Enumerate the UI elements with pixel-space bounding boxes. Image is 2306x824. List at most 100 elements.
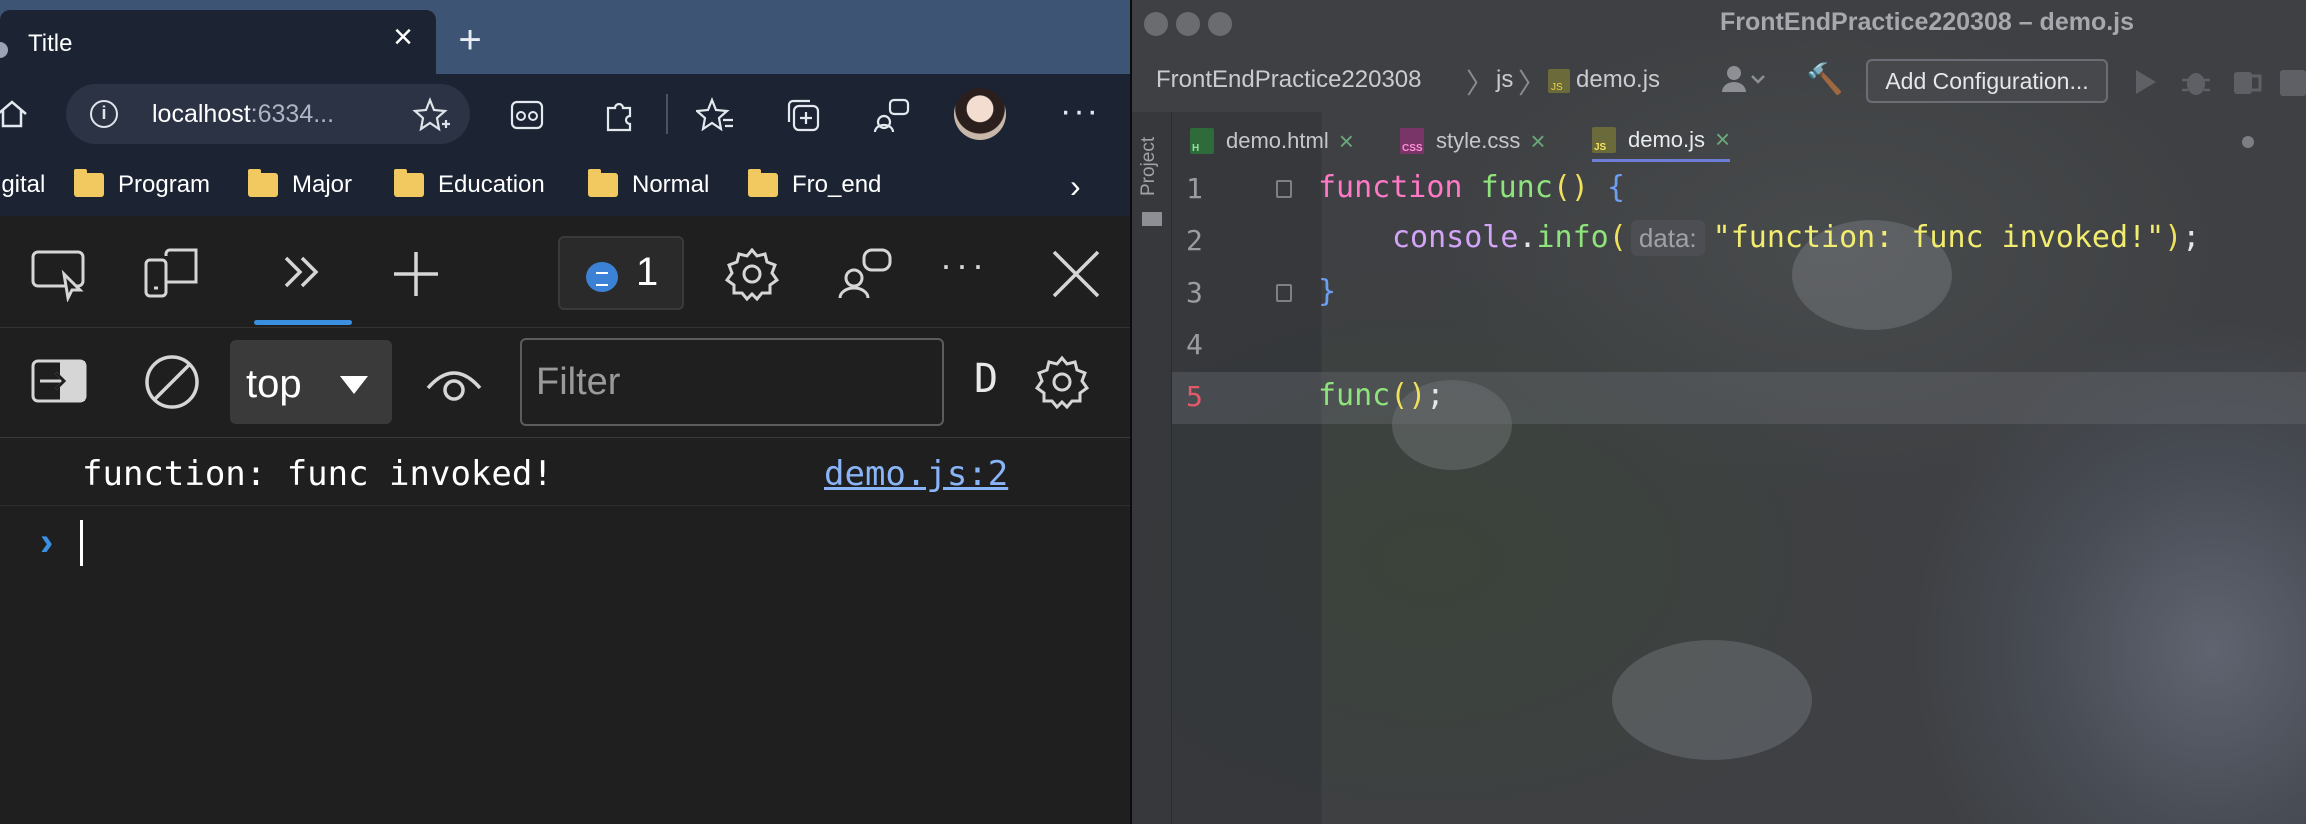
ide-navigation-bar: FrontEndPractice220308 〉 js 〉 demo.js 🔨 … [1132,46,2306,112]
line-number: 1 [1186,172,1203,205]
line-number-current: 5 [1186,380,1203,413]
project-tool-window-label[interactable]: Project [1138,137,1160,196]
more-options-icon[interactable]: ··· [940,244,988,286]
folder-icon [588,169,618,197]
console-settings-gear-icon[interactable] [1032,352,1092,412]
tab-title: Title [28,30,73,57]
add-favorite-icon[interactable] [412,96,452,136]
context-selector[interactable]: top [230,340,392,424]
message-icon [586,262,618,292]
toolbar-separator [666,94,668,134]
bookmark-item[interactable]: igital [0,168,45,202]
new-tab-button[interactable]: + [452,20,488,60]
breadcrumb-file[interactable]: demo.js [1548,66,1660,94]
bookmark-folder-program[interactable]: Program [74,168,210,202]
editor-tabs: H demo.html × CSS style.css × JS demo.js × [1172,112,2306,162]
line-number: 2 [1186,224,1203,257]
settings-gear-icon[interactable] [722,246,782,302]
close-devtools-icon[interactable] [1046,246,1106,302]
bookmark-folder-normal[interactable]: Normal [588,168,709,202]
bookmarks-overflow-chevron-icon[interactable]: › [1070,168,1081,205]
tab-favicon-icon [0,42,8,58]
debug-bug-icon[interactable] [2180,66,2212,98]
add-configuration-button[interactable]: Add Configuration... [1866,59,2108,103]
more-tabs-chevron-icon[interactable] [274,246,334,302]
close-tab-icon[interactable]: × [1715,124,1730,155]
favorites-icon[interactable] [696,96,734,134]
tool-window-sidebar: Project [1132,112,1172,824]
address-bar[interactable]: i localhost:6334... [66,84,470,144]
code-line-5: func(); [1318,378,1445,413]
js-file-icon: JS [1592,126,1616,153]
profile-avatar[interactable] [954,88,1006,140]
clear-console-icon[interactable] [142,352,202,412]
browser-tab[interactable]: Title × [0,10,436,74]
editor-tab-demo-js[interactable]: JS demo.js × [1592,120,1731,162]
more-options-button[interactable]: ··· [1060,92,1100,131]
editor-tab-style-css[interactable]: CSS style.css × [1400,120,1546,162]
tab-close-button[interactable]: × [388,20,418,54]
console-prompt-chevron-icon: › [40,520,54,564]
profile-run-icon[interactable] [2278,66,2306,98]
issues-count: 1 [636,250,659,294]
active-tab-indicator [254,320,352,325]
inspect-element-icon[interactable] [30,246,90,302]
extensions-icon[interactable] [600,96,638,134]
folder-icon [394,169,424,197]
bookmarks-bar: igital Program Major Education Normal Fr… [0,154,1130,216]
console-filter-input[interactable] [520,338,944,426]
fold-marker-icon[interactable] [1276,284,1292,302]
breadcrumb-separator: 〉 [1518,68,1547,99]
html-file-icon: H [1190,128,1214,154]
toggle-sidebar-icon[interactable] [30,356,90,406]
code-line-3: } [1318,274,1337,309]
editor-tab-demo-html[interactable]: H demo.html × [1190,120,1354,162]
context-label: top [246,362,302,406]
close-tab-icon[interactable]: × [1339,126,1354,157]
device-emulation-icon[interactable] [142,246,202,302]
default-levels-label[interactable]: D [974,356,998,402]
address-toolbar: i localhost:6334... ··· [0,74,1130,154]
ide-window-title: FrontEndPractice220308 – demo.js [1719,8,2135,36]
fold-marker-icon[interactable] [1276,180,1292,198]
add-tab-icon[interactable] [386,246,446,302]
browser-window: Title × + i localhost:6334... ··· igital… [0,0,1130,824]
url-text[interactable]: localhost:6334... [152,100,334,129]
live-expression-eye-icon[interactable] [424,358,484,408]
line-number: 3 [1186,276,1203,309]
feedback-icon[interactable] [834,246,894,302]
ide-title-bar: FrontEndPractice220308 – demo.js [1132,0,2306,46]
css-file-icon: CSS [1400,128,1424,154]
devtools-toolbar: 1 ··· [0,216,1130,328]
dropdown-caret-icon [340,376,368,394]
coverage-icon[interactable] [2230,66,2262,98]
close-tab-icon[interactable]: × [1530,126,1545,157]
ide-window: FrontEndPractice220308 – demo.js FrontEn… [1132,0,2306,824]
site-info-icon[interactable]: i [90,100,118,128]
build-hammer-icon[interactable]: 🔨 [1806,62,1843,97]
collections-icon[interactable] [784,96,822,134]
bookmark-folder-education[interactable]: Education [394,168,545,202]
js-file-icon [1548,68,1570,93]
log-message: function: func invoked! [82,454,553,494]
run-icon[interactable] [2128,66,2160,98]
project-folder-icon[interactable] [1142,212,1162,226]
issues-counter-button[interactable]: 1 [558,236,684,310]
code-editor[interactable]: 1 2 3 4 5 function func() { console.info… [1172,162,2306,824]
breadcrumb-separator: 〉 [1466,68,1495,99]
bookmark-folder-fro-end[interactable]: Fro_end [748,168,881,202]
breadcrumb-folder[interactable]: js [1496,66,1513,94]
breadcrumb-project[interactable]: FrontEndPractice220308 [1156,66,1422,94]
console-input-cursor[interactable] [80,520,83,566]
console-log-entry: function: func invoked! demo.js:2 [0,438,1130,506]
bookmark-folder-major[interactable]: Major [248,168,352,202]
feedback-icon[interactable] [872,96,910,134]
log-source-link[interactable]: demo.js:2 [824,454,1008,494]
reading-view-icon[interactable] [508,96,546,134]
console-toolbar: top D [0,328,1130,438]
line-number: 4 [1186,328,1203,361]
parameter-hint: data: [1630,220,1705,256]
code-line-1: function func() { [1318,170,1626,205]
user-icon[interactable] [1720,64,1766,94]
home-icon[interactable] [0,96,30,132]
